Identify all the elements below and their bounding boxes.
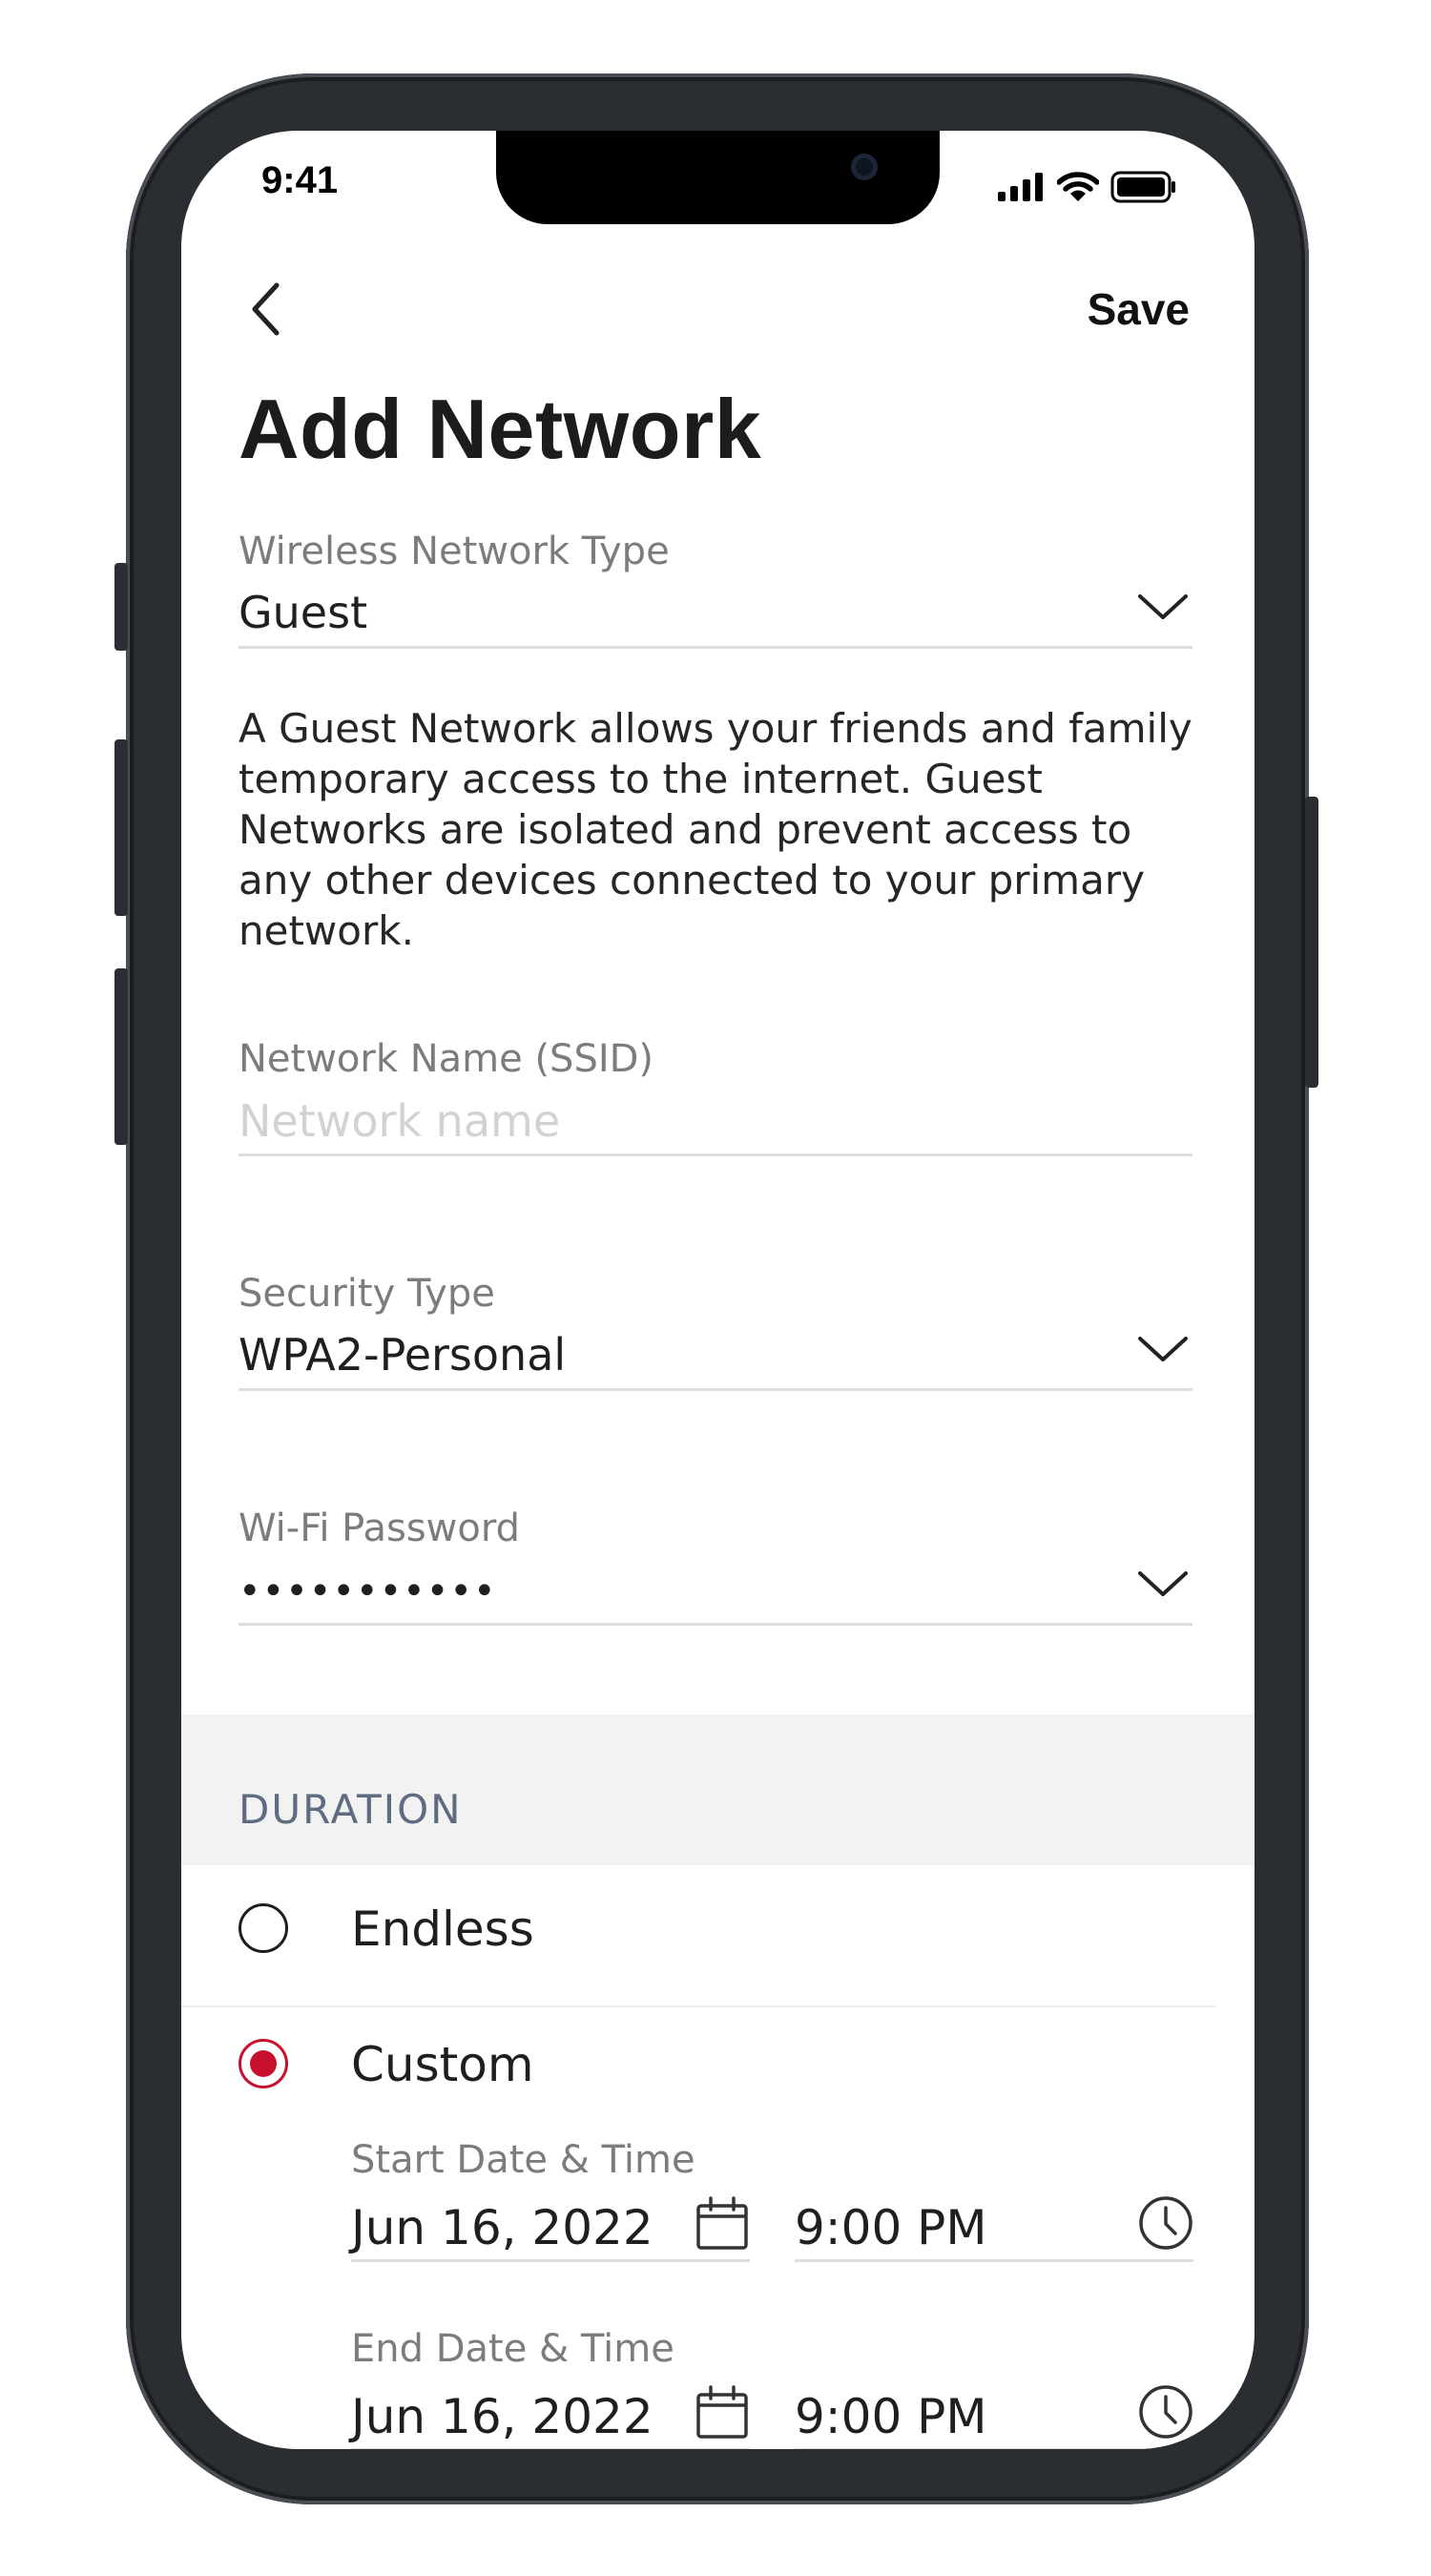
password-input-row[interactable]: •••••••••••: [238, 1564, 1192, 1626]
wifi-icon: [1057, 172, 1099, 201]
chevron-left-icon: [252, 282, 280, 336]
radio-label: Custom: [351, 2037, 534, 2092]
end-date-value: Jun 16, 2022: [351, 2389, 653, 2444]
phone-screen: 9:41 Save Add Network Wireless Network T…: [181, 131, 1255, 2449]
volume-up-button: [114, 739, 128, 916]
divider: [181, 2005, 1216, 2007]
radio-button-checked[interactable]: [238, 2039, 288, 2088]
volume-down-button: [114, 968, 128, 1145]
signal-icon: [998, 173, 1043, 201]
network-type-field[interactable]: Wireless Network Type Guest: [238, 530, 1192, 649]
ssid-input[interactable]: [238, 1094, 1097, 1148]
save-button[interactable]: Save: [1088, 283, 1190, 335]
page-title: Add Network: [238, 382, 762, 476]
chevron-down-icon[interactable]: [1137, 592, 1189, 621]
calendar-icon: [696, 2385, 748, 2439]
password-value[interactable]: •••••••••••: [238, 1569, 497, 1613]
start-time-picker[interactable]: 9:00 PM: [795, 2194, 1193, 2262]
clock-icon: [1139, 2196, 1192, 2250]
end-time-picker[interactable]: 9:00 PM: [795, 2383, 1193, 2449]
security-type-select[interactable]: WPA2-Personal: [238, 1329, 1192, 1391]
notch: [496, 131, 940, 224]
start-date-value: Jun 16, 2022: [351, 2200, 653, 2255]
ssid-input-row[interactable]: [238, 1094, 1192, 1156]
end-date-picker[interactable]: Jun 16, 2022: [351, 2383, 750, 2449]
end-datetime-label: End Date & Time: [351, 2327, 674, 2371]
duration-option-custom[interactable]: Custom: [238, 2037, 1212, 2115]
password-label: Wi-Fi Password: [238, 1506, 520, 1550]
security-type-value: WPA2-Personal: [238, 1329, 567, 1381]
network-type-description: A Guest Network allows your friends and …: [238, 705, 1192, 954]
battery-icon: [1110, 171, 1175, 203]
clock-icon: [1139, 2385, 1192, 2439]
security-type-label: Security Type: [238, 1272, 495, 1316]
security-type-field[interactable]: Security Type WPA2-Personal: [238, 1272, 1192, 1391]
chevron-down-icon[interactable]: [1137, 1569, 1189, 1598]
start-datetime-label: Start Date & Time: [351, 2138, 695, 2182]
chevron-down-icon[interactable]: [1137, 1335, 1189, 1363]
duration-section-title: DURATION: [238, 1786, 463, 1833]
network-type-label: Wireless Network Type: [238, 530, 670, 573]
camera-icon: [851, 154, 878, 180]
duration-section-header: DURATION: [181, 1714, 1255, 1865]
radio-label: Endless: [351, 1901, 534, 1957]
end-time-value: 9:00 PM: [795, 2389, 987, 2444]
duration-option-endless[interactable]: Endless: [238, 1901, 1212, 1980]
silent-switch: [114, 563, 128, 651]
start-time-value: 9:00 PM: [795, 2200, 987, 2255]
calendar-icon: [696, 2196, 748, 2250]
ssid-label: Network Name (SSID): [238, 1037, 654, 1081]
back-button[interactable]: [238, 274, 296, 341]
power-button: [1305, 797, 1318, 1088]
ssid-field[interactable]: Network Name (SSID): [238, 1037, 1192, 1156]
start-date-picker[interactable]: Jun 16, 2022: [351, 2194, 750, 2262]
radio-button-unchecked[interactable]: [238, 1903, 288, 1953]
status-icons: [998, 171, 1177, 203]
password-field[interactable]: Wi-Fi Password •••••••••••: [238, 1506, 1192, 1626]
status-time: 9:41: [261, 159, 339, 201]
network-type-select[interactable]: Guest: [238, 587, 1192, 649]
network-type-value: Guest: [238, 587, 368, 638]
